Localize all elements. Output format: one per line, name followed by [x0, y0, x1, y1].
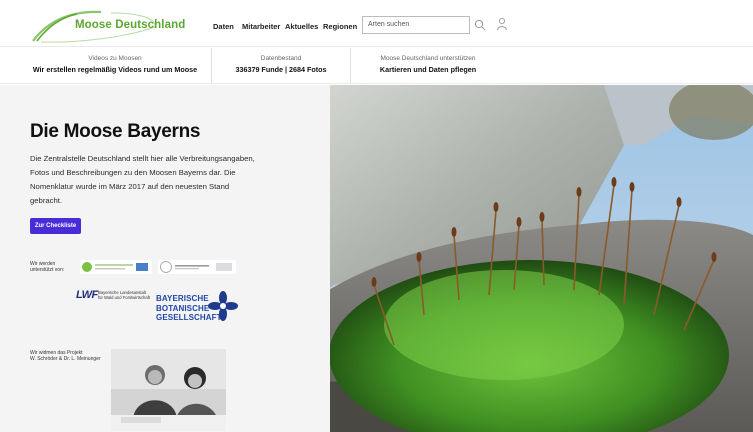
search-input[interactable]: Arten suchen	[362, 16, 470, 34]
user-icon[interactable]	[496, 17, 508, 31]
page-title: Die Moose Bayerns	[30, 121, 201, 142]
supported-by-label: Wir werden unterstützt von:	[30, 261, 65, 273]
info-unterstuetzen[interactable]: Moose Deutschland unterstützen Kartieren…	[351, 48, 505, 84]
people-photo	[111, 349, 226, 431]
info-datenbestand-value: 336379 Funde | 2684 Fotos	[235, 65, 327, 74]
ministry-logo-icon	[82, 262, 148, 272]
lwf-mark: LWF	[76, 289, 98, 301]
info-unterstuetzen-value: Kartieren und Daten pflegen	[379, 65, 477, 74]
hero-moss-image	[274, 85, 753, 432]
nav-daten[interactable]: Daten	[213, 22, 234, 31]
sponsor-logo-ministry[interactable]	[80, 260, 152, 274]
logo-text: Moose Deutschland	[75, 19, 186, 31]
bbg-line2: BOTANISCHE	[156, 303, 210, 313]
bbg-logo[interactable]: BAYERISCHE BOTANISCHE GESELLSCHAFT	[156, 291, 240, 327]
search-icon[interactable]	[474, 19, 486, 31]
landesamt-logo-icon	[160, 261, 232, 273]
site-header: Moose Deutschland Daten Mitarbeiter Aktu…	[0, 0, 753, 47]
dedication-line2: W. Schröder & Dr. L. Meinunger	[30, 356, 101, 362]
intro-panel: Die Moose Bayerns Die Zentralstelle Deut…	[0, 85, 330, 432]
info-videos-value: Wir erstellen regelmäßig Videos rund um …	[32, 65, 198, 74]
sponsor-logo-landesamt[interactable]	[158, 260, 236, 274]
moss-photo	[274, 85, 753, 432]
info-unterstuetzen-label: Moose Deutschland unterstützen	[380, 55, 476, 62]
lwf-text-line2: für Wald und Forstwirtschaft	[98, 295, 150, 300]
nav-mitarbeiter[interactable]: Mitarbeiter	[242, 22, 280, 31]
dedication-photo	[111, 349, 226, 431]
logo[interactable]: Moose Deutschland	[31, 9, 185, 43]
checklist-button[interactable]: Zur Checkliste	[30, 218, 81, 234]
info-videos-label: Videos zu Moosen	[88, 55, 142, 62]
nav-aktuelles[interactable]: Aktuelles	[285, 22, 318, 31]
lwf-text: Bayerische Landesanstalt für Wald und Fo…	[98, 290, 150, 300]
intro-text: Die Zentralstelle Deutschland stellt hie…	[30, 154, 255, 205]
info-bar: Videos zu Moosen Wir erstellen regelmäßi…	[0, 48, 753, 84]
bbg-line1: BAYERISCHE	[156, 294, 209, 303]
info-videos[interactable]: Videos zu Moosen Wir erstellen regelmäßi…	[20, 48, 210, 84]
info-datenbestand-label: Datenbestand	[260, 55, 302, 62]
dedication-text: Wir widmen das Projekt W. Schröder & Dr.…	[30, 350, 101, 362]
flower-icon	[208, 291, 238, 321]
search-placeholder: Arten suchen	[368, 21, 410, 28]
nav-regionen[interactable]: Regionen	[323, 22, 357, 31]
info-datenbestand[interactable]: Datenbestand 336379 Funde | 2684 Fotos	[212, 48, 350, 84]
